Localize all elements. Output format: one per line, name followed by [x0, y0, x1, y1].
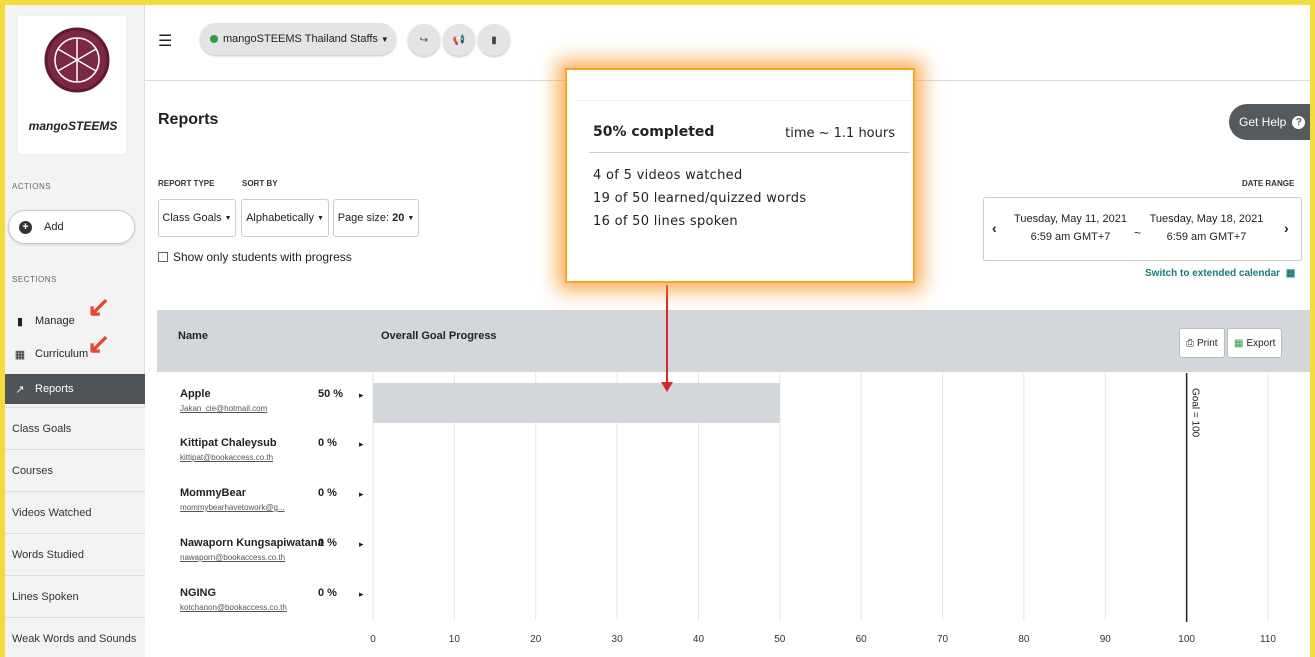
goal-label: Goal = 100 — [1190, 388, 1201, 438]
x-tick-label: 40 — [693, 634, 705, 645]
tooltip-body: 50% completed time ~ 1.1 hours 4 of 5 vi… — [575, 100, 911, 250]
x-tick-label: 50 — [774, 634, 786, 645]
tooltip-divider — [589, 152, 909, 153]
tooltip-words: 19 of 50 learned/quizzed words — [593, 191, 807, 206]
x-tick-label: 60 — [856, 634, 868, 645]
progress-tooltip: 50% completed time ~ 1.1 hours 4 of 5 vi… — [565, 68, 915, 283]
x-tick-label: 70 — [937, 634, 949, 645]
x-tick-label: 20 — [530, 634, 542, 645]
x-tick-label: 80 — [1018, 634, 1030, 645]
x-tick-label: 30 — [612, 634, 624, 645]
x-tick-label: 100 — [1178, 634, 1195, 645]
tooltip-lines: 16 of 50 lines spoken — [593, 214, 738, 229]
x-tick-label: 10 — [449, 634, 461, 645]
x-tick-label: 110 — [1260, 634, 1276, 645]
app-window: mangoSTEEMS ACTIONS + Add SECTIONS ▮ Man… — [5, 5, 1310, 657]
tooltip-time: time ~ 1.1 hours — [785, 126, 895, 141]
tooltip-title: 50% completed — [593, 124, 715, 140]
x-tick-label: 0 — [370, 634, 376, 645]
progress-bar — [373, 383, 780, 423]
tooltip-videos: 4 of 5 videos watched — [593, 168, 743, 183]
x-tick-label: 90 — [1100, 634, 1112, 645]
